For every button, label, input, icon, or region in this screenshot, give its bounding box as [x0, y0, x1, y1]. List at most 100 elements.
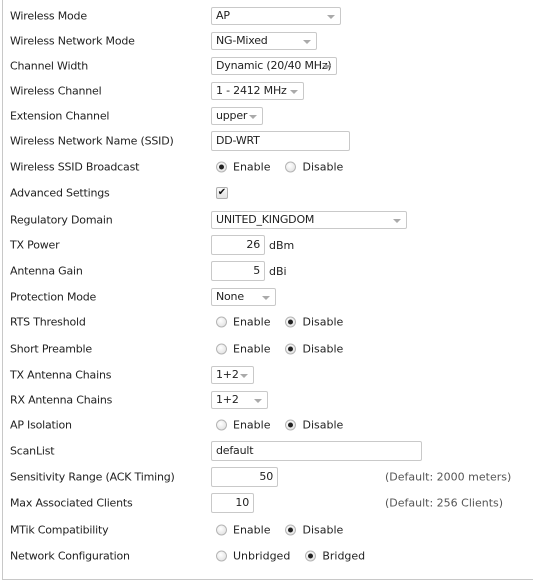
- channel-width-label: Channel Width: [10, 59, 89, 73]
- scanlist-label: ScanList: [10, 444, 55, 458]
- wireless-mode-select[interactable]: AP: [211, 7, 341, 25]
- unbridged-radio[interactable]: Unbridged: [211, 550, 290, 563]
- chevron-down-icon: [240, 374, 248, 378]
- row-channel-width: Channel Width Dynamic (20/40 MHz): [0, 54, 533, 78]
- wireless-channel-select[interactable]: 1 - 2412 MHz: [211, 82, 304, 100]
- wireless-mode-value: AP: [216, 9, 230, 22]
- preamble-disable-radio[interactable]: Disable: [280, 343, 343, 356]
- extension-channel-select[interactable]: upper: [211, 107, 263, 125]
- row-rx-chains: RX Antenna Chains 1+2: [0, 388, 533, 412]
- radio-label: Enable: [233, 160, 271, 174]
- channel-width-select[interactable]: Dynamic (20/40 MHz): [211, 57, 337, 75]
- protection-mode-label: Protection Mode: [10, 290, 97, 304]
- row-extension-channel: Extension Channel upper: [0, 104, 533, 128]
- antenna-gain-unit: dBi: [269, 264, 287, 278]
- chevron-down-icon: [393, 219, 401, 223]
- protection-mode-value: None: [216, 290, 244, 303]
- radio-label: Bridged: [322, 549, 366, 563]
- row-max-clients: Max Associated Clients 10 (Default: 256 …: [0, 491, 533, 515]
- ssid-label: Wireless Network Name (SSID): [10, 134, 174, 148]
- row-ssid-broadcast: Wireless SSID Broadcast Enable Disable: [0, 155, 533, 179]
- protection-mode-select[interactable]: None: [211, 288, 276, 306]
- radio-label: Disable: [302, 523, 344, 537]
- scanlist-input[interactable]: default: [211, 441, 422, 461]
- chevron-down-icon: [249, 115, 257, 119]
- tx-power-unit: dBm: [269, 238, 295, 252]
- radio-unselected-icon: [216, 419, 227, 431]
- radio-label: Disable: [302, 418, 344, 432]
- ssid-broadcast-disable-radio[interactable]: Disable: [280, 161, 343, 174]
- radio-label: Disable: [302, 315, 344, 329]
- max-clients-label: Max Associated Clients: [10, 496, 133, 510]
- wireless-channel-value: 1 - 2412 MHz: [216, 84, 287, 97]
- rx-chains-value: 1+2: [216, 393, 239, 406]
- network-mode-select[interactable]: NG-Mixed: [211, 32, 317, 50]
- chevron-down-icon: [254, 399, 262, 403]
- row-protection-mode: Protection Mode None: [0, 285, 533, 309]
- max-clients-hint: (Default: 256 Clients): [385, 496, 504, 510]
- row-advanced-settings: Advanced Settings ✔: [0, 181, 533, 205]
- mtik-disable-radio[interactable]: Disable: [280, 524, 343, 537]
- row-sensitivity: Sensitivity Range (ACK Timing) 50 (Defau…: [0, 465, 533, 489]
- ssid-broadcast-enable-radio[interactable]: Enable: [211, 161, 270, 174]
- extension-channel-label: Extension Channel: [10, 109, 110, 123]
- radio-unselected-icon: [285, 161, 297, 173]
- tx-power-label: TX Power: [10, 238, 60, 252]
- ap-isolation-enable-radio[interactable]: Enable: [211, 419, 270, 432]
- rx-chains-label: RX Antenna Chains: [10, 393, 113, 407]
- ssid-input[interactable]: DD-WRT: [211, 131, 350, 151]
- radio-unselected-icon: [216, 550, 227, 562]
- row-scanlist: ScanList default: [0, 439, 533, 463]
- row-network-mode: Wireless Network Mode NG-Mixed: [0, 29, 533, 53]
- rts-enable-radio[interactable]: Enable: [211, 316, 270, 329]
- advanced-settings-checkbox[interactable]: ✔: [216, 187, 228, 199]
- radio-label: Enable: [233, 342, 271, 356]
- sensitivity-hint: (Default: 2000 meters): [385, 470, 512, 484]
- chevron-down-icon: [262, 296, 270, 300]
- row-tx-power: TX Power 26 dBm: [0, 233, 533, 257]
- sensitivity-input[interactable]: 50: [211, 467, 278, 487]
- chevron-down-icon: [327, 15, 335, 19]
- antenna-gain-input[interactable]: 5: [211, 261, 265, 281]
- mtik-enable-radio[interactable]: Enable: [211, 524, 270, 537]
- regulatory-domain-value: UNITED_KINGDOM: [216, 213, 315, 226]
- row-network-config: Network Configuration Unbridged Bridged: [0, 544, 533, 568]
- rx-chains-select[interactable]: 1+2: [211, 391, 268, 409]
- chevron-down-icon: [323, 65, 331, 69]
- radio-label: Enable: [233, 315, 271, 329]
- tx-power-input[interactable]: 26: [211, 235, 265, 255]
- network-config-label: Network Configuration: [10, 549, 130, 563]
- regulatory-domain-select[interactable]: UNITED_KINGDOM: [211, 211, 407, 229]
- row-ap-isolation: AP Isolation Enable Disable: [0, 413, 533, 437]
- extension-channel-value: upper: [216, 109, 248, 122]
- checkmark-icon: ✔: [217, 187, 227, 198]
- chevron-down-icon: [303, 40, 311, 44]
- chevron-down-icon: [290, 90, 298, 94]
- channel-width-value: Dynamic (20/40 MHz): [216, 59, 332, 72]
- short-preamble-label: Short Preamble: [10, 342, 92, 356]
- row-short-preamble: Short Preamble Enable Disable: [0, 337, 533, 361]
- radio-selected-icon: [305, 550, 317, 562]
- tx-chains-label: TX Antenna Chains: [10, 368, 112, 382]
- radio-unselected-icon: [216, 343, 227, 355]
- tx-chains-select[interactable]: 1+2: [211, 366, 254, 384]
- network-mode-value: NG-Mixed: [216, 34, 268, 47]
- rts-disable-radio[interactable]: Disable: [280, 316, 343, 329]
- wireless-channel-label: Wireless Channel: [10, 84, 102, 98]
- tx-chains-value: 1+2: [216, 368, 239, 381]
- row-rts-threshold: RTS Threshold Enable Disable: [0, 310, 533, 334]
- row-wireless-mode: Wireless Mode AP: [0, 4, 533, 28]
- max-clients-input[interactable]: 10: [211, 493, 254, 513]
- rts-threshold-label: RTS Threshold: [10, 315, 86, 329]
- radio-selected-icon: [216, 161, 227, 173]
- row-mtik: MTik Compatibility Enable Disable: [0, 518, 533, 542]
- preamble-enable-radio[interactable]: Enable: [211, 343, 270, 356]
- network-mode-label: Wireless Network Mode: [10, 34, 135, 48]
- radio-label: Unbridged: [233, 549, 291, 563]
- ap-isolation-label: AP Isolation: [10, 418, 72, 432]
- antenna-gain-label: Antenna Gain: [10, 264, 83, 278]
- bridged-radio[interactable]: Bridged: [300, 550, 365, 563]
- radio-label: Enable: [233, 523, 271, 537]
- ap-isolation-disable-radio[interactable]: Disable: [280, 419, 343, 432]
- sensitivity-label: Sensitivity Range (ACK Timing): [10, 470, 175, 484]
